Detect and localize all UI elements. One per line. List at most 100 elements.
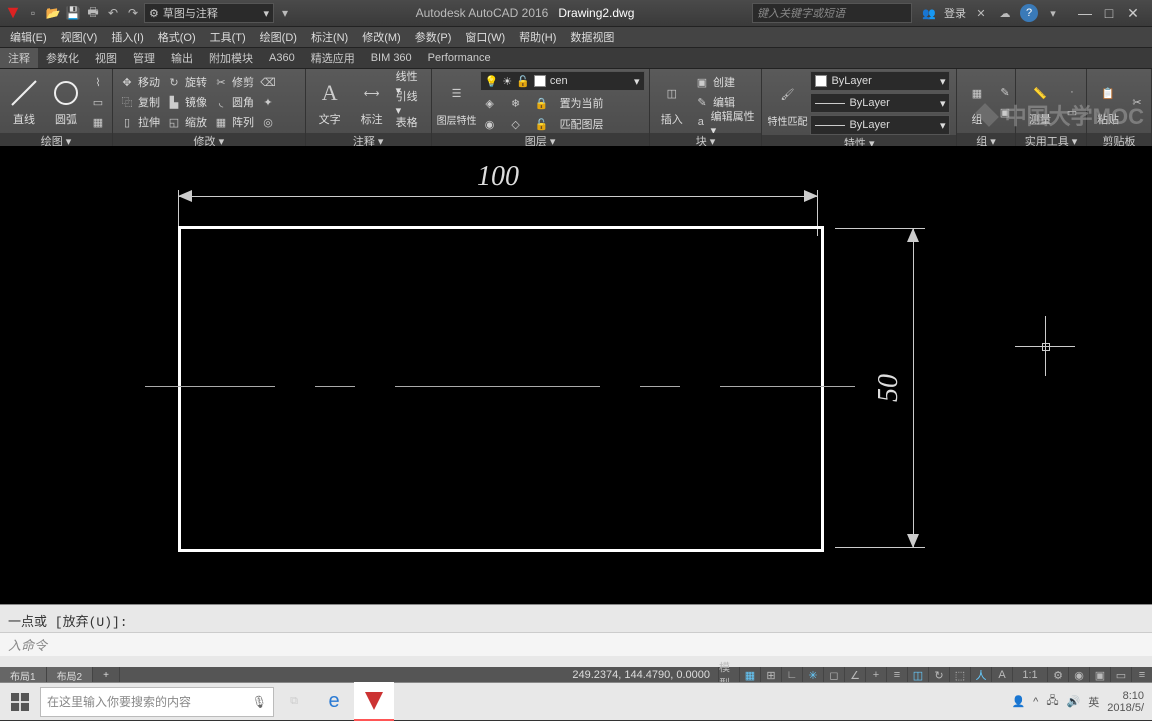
volume-icon[interactable]: 🔊: [1067, 695, 1081, 708]
qat-more-icon[interactable]: ▾: [276, 4, 294, 22]
point-icon[interactable]: ·: [1062, 83, 1082, 101]
tray-chevron-icon[interactable]: ^: [1033, 696, 1038, 708]
tab-view[interactable]: 视图: [87, 48, 125, 68]
edit-attr-button[interactable]: a编辑属性 ▾: [692, 113, 758, 131]
signin-button[interactable]: 登录: [944, 5, 966, 21]
horizontal-dimension[interactable]: 100: [178, 166, 818, 206]
tab-featured[interactable]: 精选应用: [303, 48, 363, 68]
match-layer-button[interactable]: 匹配图层: [558, 115, 606, 133]
mirror-button[interactable]: ▙镜像: [164, 93, 209, 111]
people-icon[interactable]: 👤: [1011, 695, 1025, 708]
tab-addins[interactable]: 附加模块: [201, 48, 261, 68]
osnap-toggle[interactable]: ◻: [823, 667, 844, 683]
redo-icon[interactable]: ↷: [124, 4, 142, 22]
tab-performance[interactable]: Performance: [420, 48, 499, 68]
start-button[interactable]: [0, 683, 40, 720]
close-button[interactable]: ✕: [1122, 4, 1144, 22]
lwt-toggle[interactable]: ≡: [886, 667, 907, 683]
scale-readout[interactable]: 1:1: [1012, 667, 1047, 683]
clock[interactable]: 8:10 2018/5/: [1107, 690, 1144, 714]
snap-toggle[interactable]: ⊞: [760, 667, 781, 683]
menu-icon[interactable]: ≡: [1131, 667, 1152, 683]
vertical-dimension[interactable]: 50: [835, 228, 925, 548]
color-dropdown[interactable]: ByLayer▾: [810, 71, 950, 91]
match-props-button[interactable]: 🖌特性匹配: [766, 74, 808, 132]
layout-tab-1[interactable]: 布局1: [0, 667, 47, 683]
infocenter-icon[interactable]: 👥: [920, 4, 938, 22]
ungroup-icon[interactable]: ▣: [995, 103, 1015, 121]
chevron-down-icon[interactable]: ▾: [1044, 4, 1062, 22]
offset-icon[interactable]: ◎: [258, 113, 278, 131]
layer-iso-icon[interactable]: ◈: [480, 94, 500, 112]
tab-manage[interactable]: 管理: [125, 48, 163, 68]
model-space-button[interactable]: 模型: [718, 667, 739, 683]
new-icon[interactable]: ▫: [24, 4, 42, 22]
cloud-icon[interactable]: ☁: [996, 4, 1014, 22]
exchange-icon[interactable]: ✕: [972, 4, 990, 22]
leader-button[interactable]: 引线 ▾: [394, 93, 427, 111]
layer-dropdown[interactable]: 💡 ☀ 🔓 cen ▾: [480, 71, 645, 91]
tab-a360[interactable]: A360: [261, 48, 303, 68]
menu-format[interactable]: 格式(O): [152, 29, 202, 45]
insert-button[interactable]: ◫插入: [654, 73, 690, 131]
menu-modify[interactable]: 修改(M): [356, 29, 407, 45]
explode-icon[interactable]: ✦: [258, 93, 278, 111]
layer-off-icon[interactable]: ◉: [480, 115, 500, 133]
menu-draw[interactable]: 绘图(D): [254, 29, 303, 45]
menu-dimension[interactable]: 标注(N): [305, 29, 354, 45]
paste-button[interactable]: 📋粘贴: [1091, 73, 1125, 131]
tab-bim360[interactable]: BIM 360: [363, 48, 420, 68]
maximize-button[interactable]: □: [1098, 4, 1120, 22]
task-view-button[interactable]: ⧉: [274, 683, 314, 720]
open-icon[interactable]: 📂: [44, 4, 62, 22]
app-menu-button[interactable]: [4, 4, 22, 22]
create-block-button[interactable]: ▣创建: [692, 73, 758, 91]
add-layout-button[interactable]: +: [93, 667, 120, 683]
text-button[interactable]: A文字: [310, 73, 350, 131]
help-icon[interactable]: ?: [1020, 4, 1038, 22]
undo-icon[interactable]: ↶: [104, 4, 122, 22]
ortho-toggle[interactable]: ∟: [781, 667, 802, 683]
measure-button[interactable]: 📏测量: [1020, 73, 1060, 131]
annoscale-toggle[interactable]: A: [991, 667, 1012, 683]
select-icon[interactable]: ▭: [1062, 103, 1082, 121]
ime-indicator[interactable]: 英: [1088, 694, 1099, 710]
menu-dataview[interactable]: 数据视图: [564, 29, 620, 45]
taskbar-search-input[interactable]: 在这里输入你要搜索的内容 🎙: [40, 687, 274, 717]
save-icon[interactable]: 💾: [64, 4, 82, 22]
dimension-button[interactable]: ⟷标注: [352, 73, 392, 131]
cut-icon[interactable]: ✂: [1127, 93, 1147, 111]
lineweight-dropdown[interactable]: ByLayer▾: [810, 93, 950, 113]
network-icon[interactable]: 🖧: [1046, 692, 1058, 711]
command-input[interactable]: 入命令: [0, 632, 1152, 656]
layer-lock-icon[interactable]: 🔒: [532, 94, 552, 112]
tab-annotate[interactable]: 注释: [0, 48, 38, 68]
stretch-button[interactable]: ▯拉伸: [117, 113, 162, 131]
annomonitor-toggle[interactable]: 人: [970, 667, 991, 683]
otrack-toggle[interactable]: ∠: [844, 667, 865, 683]
copy-button[interactable]: ⿻复制: [117, 93, 162, 111]
polyline-button[interactable]: ⌇: [88, 73, 108, 91]
layer-uniso-icon[interactable]: ◇: [506, 115, 526, 133]
polar-toggle[interactable]: ✳: [802, 667, 823, 683]
print-icon[interactable]: 🖶: [84, 4, 102, 22]
layer-props-button[interactable]: ☰图层特性: [436, 73, 478, 131]
trim-button[interactable]: ✂修剪: [211, 73, 256, 91]
layout-tab-2[interactable]: 布局2: [47, 667, 94, 683]
hatch-button[interactable]: ▦: [88, 113, 108, 131]
dyn-toggle[interactable]: +: [865, 667, 886, 683]
line-button[interactable]: 直线: [4, 73, 44, 131]
menu-window[interactable]: 窗口(W): [459, 29, 511, 45]
customize-icon[interactable]: ⚙: [1047, 667, 1068, 683]
menu-tools[interactable]: 工具(T): [204, 29, 252, 45]
tab-output[interactable]: 输出: [163, 48, 201, 68]
fillet-button[interactable]: ◟圆角: [211, 93, 256, 111]
move-button[interactable]: ✥移动: [117, 73, 162, 91]
hardware-icon[interactable]: ▣: [1089, 667, 1110, 683]
linetype-dropdown[interactable]: ByLayer▾: [810, 115, 950, 135]
clean-icon[interactable]: ▭: [1110, 667, 1131, 683]
rect-button[interactable]: ▭: [88, 93, 108, 111]
cycling-toggle[interactable]: ↻: [928, 667, 949, 683]
layer-unlock-icon[interactable]: 🔓: [532, 115, 552, 133]
group-edit-icon[interactable]: ✎: [995, 83, 1015, 101]
